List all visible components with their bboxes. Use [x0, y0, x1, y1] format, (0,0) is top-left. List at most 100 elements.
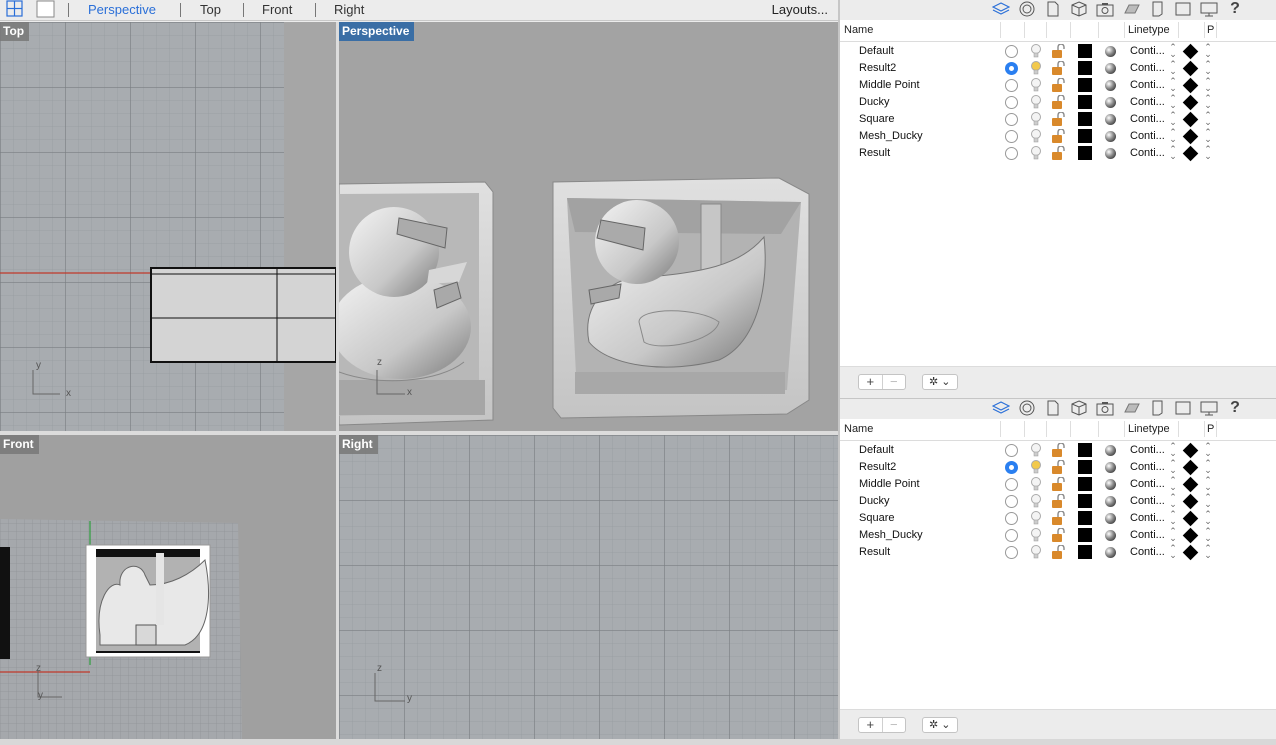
linetype-value[interactable]: Conti...	[1130, 512, 1165, 524]
current-layer-radio[interactable]	[1005, 461, 1018, 474]
material-ball-icon[interactable]	[1105, 114, 1116, 125]
lightbulb-icon[interactable]	[1030, 146, 1042, 160]
print-color-diamond[interactable]	[1182, 510, 1199, 527]
print-stepper-icon[interactable]: ⌃ ⌄	[1204, 43, 1212, 59]
print-color-diamond[interactable]	[1182, 43, 1199, 60]
lock-icon[interactable]	[1051, 145, 1065, 160]
lock-icon[interactable]	[1051, 476, 1065, 491]
lock-icon[interactable]	[1051, 493, 1065, 508]
layer-color-swatch[interactable]	[1078, 44, 1092, 58]
lightbulb-icon[interactable]	[1030, 460, 1042, 474]
current-layer-radio[interactable]	[1005, 130, 1018, 143]
current-layer-radio[interactable]	[1005, 512, 1018, 525]
layer-color-swatch[interactable]	[1078, 78, 1092, 92]
layer-options-button[interactable]: ✲ ⌄	[922, 717, 958, 733]
linetype-value[interactable]: Conti...	[1130, 529, 1165, 541]
lock-icon[interactable]	[1051, 43, 1065, 58]
layers-icon[interactable]	[991, 399, 1011, 417]
layer-row[interactable]: Middle Point Conti... ⌃ ⌄ ⌃ ⌄	[840, 77, 1276, 94]
layer-row[interactable]: Mesh_Ducky Conti... ⌃ ⌄ ⌃ ⌄	[840, 527, 1276, 544]
grid-icon[interactable]	[1121, 399, 1141, 417]
lock-icon[interactable]	[1051, 527, 1065, 542]
layer-name[interactable]: Result2	[859, 461, 896, 473]
print-color-diamond[interactable]	[1182, 459, 1199, 476]
current-layer-radio[interactable]	[1005, 444, 1018, 457]
print-color-diamond[interactable]	[1182, 544, 1199, 561]
linetype-stepper-icon[interactable]: ⌃ ⌄	[1169, 493, 1177, 509]
layer-color-swatch[interactable]	[1078, 528, 1092, 542]
print-stepper-icon[interactable]: ⌃ ⌄	[1204, 60, 1212, 76]
print-color-diamond[interactable]	[1182, 527, 1199, 544]
linetype-stepper-icon[interactable]: ⌃ ⌄	[1169, 544, 1177, 560]
current-layer-radio[interactable]	[1005, 79, 1018, 92]
material-ball-icon[interactable]	[1105, 63, 1116, 74]
lightbulb-icon[interactable]	[1030, 95, 1042, 109]
layer-name[interactable]: Square	[859, 113, 894, 125]
layer-name[interactable]: Result2	[859, 62, 896, 74]
lock-icon[interactable]	[1051, 544, 1065, 559]
display-icon[interactable]	[1199, 399, 1219, 417]
object-icon[interactable]	[1069, 399, 1089, 417]
layer-color-swatch[interactable]	[1078, 460, 1092, 474]
layers-icon[interactable]	[991, 0, 1011, 18]
viewport-icon[interactable]	[1173, 399, 1193, 417]
linetype-stepper-icon[interactable]: ⌃ ⌄	[1169, 43, 1177, 59]
print-stepper-icon[interactable]: ⌃ ⌄	[1204, 544, 1212, 560]
lightbulb-icon[interactable]	[1030, 545, 1042, 559]
print-color-diamond[interactable]	[1182, 476, 1199, 493]
linetype-value[interactable]: Conti...	[1130, 45, 1165, 57]
column-linetype[interactable]: Linetype	[1128, 423, 1170, 435]
layer-name[interactable]: Mesh_Ducky	[859, 529, 923, 541]
lightbulb-icon[interactable]	[1030, 61, 1042, 75]
linetype-value[interactable]: Conti...	[1130, 147, 1165, 159]
print-stepper-icon[interactable]: ⌃ ⌄	[1204, 128, 1212, 144]
help-icon[interactable]: ?	[1225, 0, 1245, 18]
material-ball-icon[interactable]	[1105, 97, 1116, 108]
display-icon[interactable]	[1199, 0, 1219, 18]
linetype-stepper-icon[interactable]: ⌃ ⌄	[1169, 476, 1177, 492]
material-ball-icon[interactable]	[1105, 148, 1116, 159]
print-stepper-icon[interactable]: ⌃ ⌄	[1204, 77, 1212, 93]
lightbulb-icon[interactable]	[1030, 112, 1042, 126]
layer-options-button[interactable]: ✲ ⌄	[922, 374, 958, 390]
layouts-button[interactable]: Layouts...	[772, 2, 828, 17]
print-color-diamond[interactable]	[1182, 94, 1199, 111]
viewport-label-perspective[interactable]: Perspective	[339, 22, 415, 41]
tab-front[interactable]: Front	[262, 2, 292, 17]
layer-row[interactable]: Mesh_Ducky Conti... ⌃ ⌄ ⌃ ⌄	[840, 128, 1276, 145]
tab-top[interactable]: Top	[200, 2, 221, 17]
document-icon[interactable]	[1043, 399, 1063, 417]
lightbulb-icon[interactable]	[1030, 78, 1042, 92]
material-ball-icon[interactable]	[1105, 496, 1116, 507]
print-color-diamond[interactable]	[1182, 128, 1199, 145]
linetype-value[interactable]: Conti...	[1130, 113, 1165, 125]
print-stepper-icon[interactable]: ⌃ ⌄	[1204, 527, 1212, 543]
current-layer-radio[interactable]	[1005, 495, 1018, 508]
linetype-stepper-icon[interactable]: ⌃ ⌄	[1169, 527, 1177, 543]
lock-icon[interactable]	[1051, 442, 1065, 457]
remove-layer-button[interactable]: −	[881, 375, 906, 389]
viewport-splitter-horizontal[interactable]	[0, 431, 838, 435]
material-ball-icon[interactable]	[1105, 479, 1116, 490]
linetype-value[interactable]: Conti...	[1130, 130, 1165, 142]
object-icon[interactable]	[1069, 0, 1089, 18]
viewport-splitter-vertical[interactable]	[336, 22, 339, 739]
current-layer-radio[interactable]	[1005, 113, 1018, 126]
material-ball-icon[interactable]	[1105, 462, 1116, 473]
print-color-diamond[interactable]	[1182, 145, 1199, 162]
layer-row[interactable]: Result2 Conti... ⌃ ⌄ ⌃ ⌄	[840, 459, 1276, 476]
layer-color-swatch[interactable]	[1078, 95, 1092, 109]
column-name[interactable]: Name	[844, 423, 873, 435]
material-ball-icon[interactable]	[1105, 513, 1116, 524]
linetype-stepper-icon[interactable]: ⌃ ⌄	[1169, 510, 1177, 526]
current-layer-radio[interactable]	[1005, 478, 1018, 491]
notes-icon[interactable]	[1147, 399, 1167, 417]
print-color-diamond[interactable]	[1182, 111, 1199, 128]
layer-color-swatch[interactable]	[1078, 129, 1092, 143]
linetype-stepper-icon[interactable]: ⌃ ⌄	[1169, 77, 1177, 93]
layer-name[interactable]: Default	[859, 45, 894, 57]
layer-row[interactable]: Result Conti... ⌃ ⌄ ⌃ ⌄	[840, 544, 1276, 561]
print-color-diamond[interactable]	[1182, 60, 1199, 77]
material-ball-icon[interactable]	[1105, 80, 1116, 91]
lock-icon[interactable]	[1051, 459, 1065, 474]
